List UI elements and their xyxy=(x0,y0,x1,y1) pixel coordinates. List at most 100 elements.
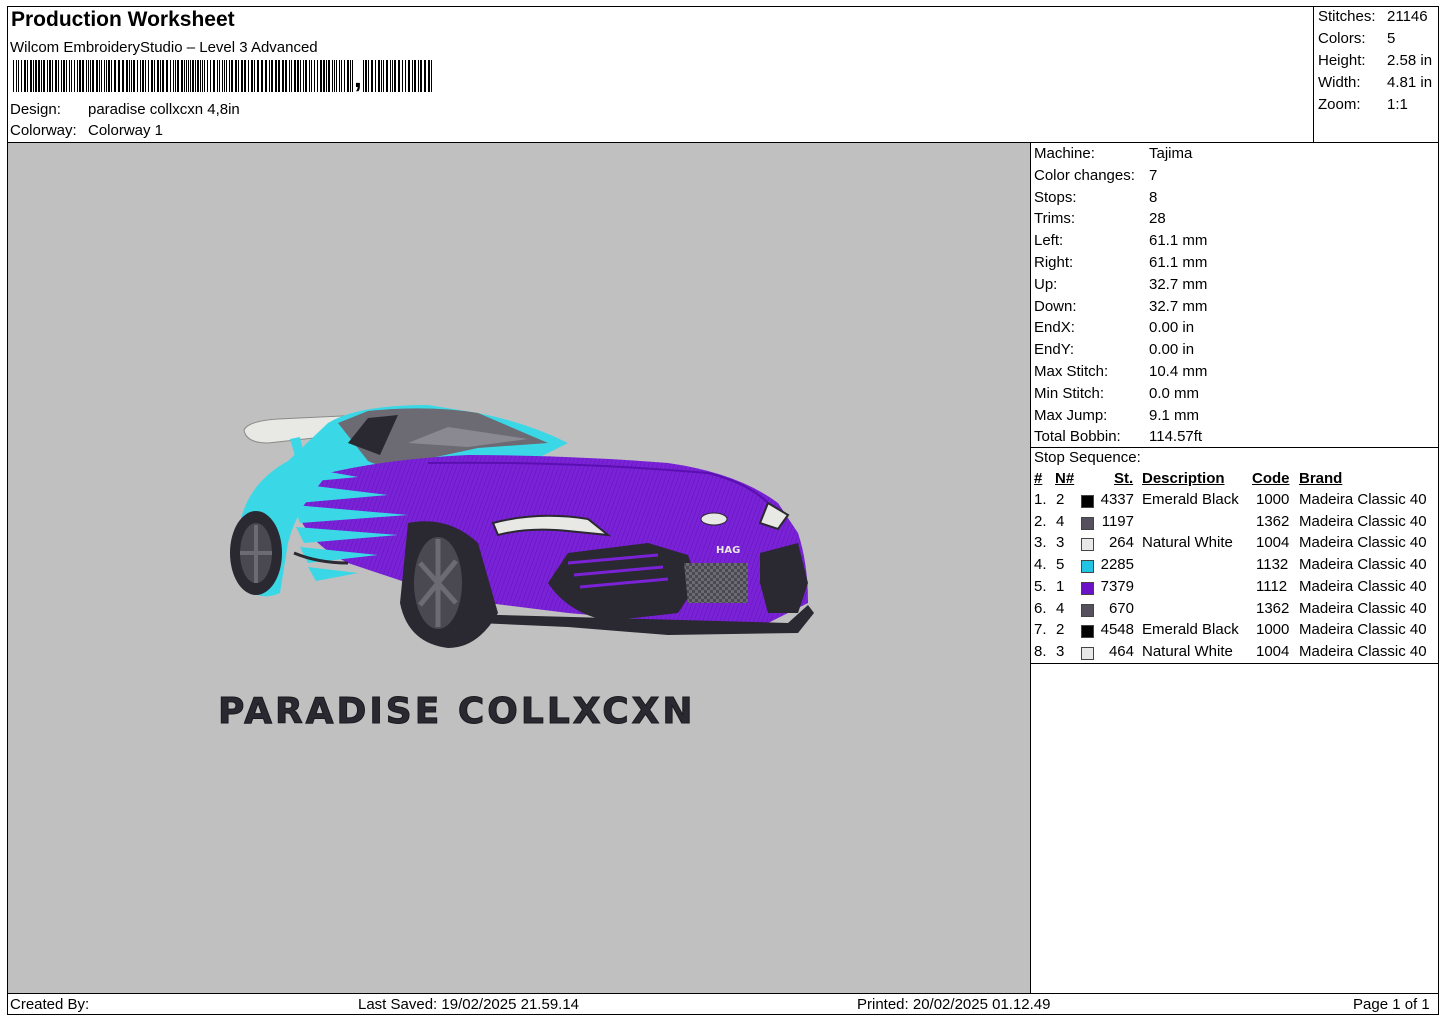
design-label: Design: xyxy=(10,101,61,118)
row-code: 1004 xyxy=(1256,642,1290,660)
machine-info-value: 0.00 in xyxy=(1149,319,1195,337)
machine-info-label: Trims: xyxy=(1034,210,1076,228)
col-header-num: # xyxy=(1034,470,1043,487)
row-needle: 5 xyxy=(1056,556,1065,574)
row-stitches: 4337 xyxy=(1100,491,1134,508)
stat-value: 4.81 in xyxy=(1387,74,1433,91)
thread-color-swatch xyxy=(1081,538,1094,552)
stop-sequence-row: 1. 2 4337 Emerald Black 1000 Madeira Classic … xyxy=(1031,491,1439,512)
row-stitches: 4548 xyxy=(1100,621,1134,639)
machine-info-value: 114.57ft xyxy=(1149,428,1203,446)
row-needle: 4 xyxy=(1056,599,1065,617)
stat-value: 5 xyxy=(1387,30,1396,47)
stop-sequence-row: 3. 3 264 Natural White 1004 Madeira Classic 4… xyxy=(1031,534,1439,555)
machine-info-row: EndY: 0.00 in xyxy=(1034,341,1194,358)
stat-row: Stitches: 21146 xyxy=(1318,8,1428,25)
machine-info-label: Total Bobbin: xyxy=(1034,428,1121,446)
machine-info-label: Down: xyxy=(1034,297,1077,315)
row-code: 1132 xyxy=(1256,556,1289,574)
stat-row: Width: 4.81 in xyxy=(1318,74,1432,91)
row-needle: 4 xyxy=(1056,512,1065,530)
machine-info-row: Stops: 8 xyxy=(1034,189,1157,206)
stat-row: Colors: 5 xyxy=(1318,30,1395,47)
stat-row: Height: 2.58 in xyxy=(1318,52,1432,69)
embroidered-text: PARADISE COLLXCXN xyxy=(218,691,696,732)
stat-label: Width: xyxy=(1318,74,1361,91)
row-needle: 1 xyxy=(1056,577,1065,595)
machine-info-label: Right: xyxy=(1034,254,1074,271)
worksheet-title: Production Worksheet xyxy=(11,8,235,31)
barcode xyxy=(13,60,432,92)
machine-info-value: 7 xyxy=(1149,166,1158,184)
row-description: Emerald Black xyxy=(1142,621,1239,639)
row-number: 5. xyxy=(1034,577,1047,595)
stop-sequence-row: 4. 5 2285 1132 Madeira Classic 40 xyxy=(1031,556,1439,577)
stop-sequence-row: 8. 3 464 Natural White 1004 Madeira Classic 4… xyxy=(1031,643,1439,664)
row-code: 1112 xyxy=(1256,577,1288,595)
colorway-value: Colorway 1 xyxy=(88,122,164,139)
row-number: 4. xyxy=(1034,556,1047,574)
thread-color-swatch xyxy=(1081,625,1094,639)
col-header-brand: Brand xyxy=(1299,470,1343,487)
row-brand: Madeira Classic 40 xyxy=(1299,556,1427,574)
stat-label: Height: xyxy=(1318,52,1366,69)
row-brand: Madeira Classic 40 xyxy=(1299,577,1427,595)
row-needle: 3 xyxy=(1056,642,1065,660)
thread-color-swatch xyxy=(1081,560,1094,574)
row-brand: Madeira Classic 40 xyxy=(1299,621,1427,639)
row-stitches: 670 xyxy=(1108,599,1134,617)
row-code: 1362 xyxy=(1256,599,1290,617)
barcode-suffix: , xyxy=(354,62,362,93)
row-brand: Madeira Classic 40 xyxy=(1299,491,1427,508)
machine-info-row: Max Jump: 9.1 mm xyxy=(1034,407,1199,424)
machine-info-label: Stops: xyxy=(1034,188,1077,206)
stop-sequence-divider xyxy=(1031,663,1439,664)
row-stitches: 464 xyxy=(1108,642,1134,660)
stat-label: Colors: xyxy=(1318,30,1366,47)
footer-divider xyxy=(7,993,1439,994)
row-code: 1000 xyxy=(1256,491,1290,508)
car-embroidery-design: HAG PARADISE COLLXCXN xyxy=(218,405,814,733)
col-header-code: Code xyxy=(1252,470,1290,487)
machine-info-label: Left: xyxy=(1034,232,1064,250)
machine-info-value: 8 xyxy=(1149,188,1158,206)
created-by: Created By: xyxy=(10,996,90,1013)
thread-color-swatch xyxy=(1081,646,1094,660)
stop-sequence-row: 2. 4 1197 1362 Madeira Classic 40 xyxy=(1031,513,1439,534)
stat-label: Stitches: xyxy=(1318,8,1376,25)
machine-info-value: 61.1 mm xyxy=(1149,232,1208,250)
machine-info-value: 32.7 mm xyxy=(1149,297,1208,315)
row-number: 1. xyxy=(1034,491,1047,508)
row-code: 1362 xyxy=(1256,512,1290,530)
machine-info-value: 61.1 mm xyxy=(1149,254,1208,271)
machine-info-row: EndX: 0.00 in xyxy=(1034,319,1194,336)
machine-info-label: Min Stitch: xyxy=(1034,384,1105,402)
col-header-needle: N# xyxy=(1055,470,1075,487)
machine-info-label: EndY: xyxy=(1034,341,1075,359)
row-number: 8. xyxy=(1034,642,1047,660)
machine-info-value: 9.1 mm xyxy=(1149,406,1200,424)
machine-info-row: Trims: 28 xyxy=(1034,210,1166,227)
stop-sequence-row: 7. 2 4548 Emerald Black 1000 Madeira Classic … xyxy=(1031,621,1439,642)
machine-info-divider xyxy=(1031,447,1439,448)
machine-info-row: Min Stitch: 0.0 mm xyxy=(1034,385,1199,402)
software-name: Wilcom EmbroideryStudio – Level 3 Advanc… xyxy=(10,39,318,56)
design-name-row: Design: paradise collxcxn 4,8in xyxy=(10,101,240,118)
machine-info-row: Total Bobbin: 114.57ft xyxy=(1034,428,1202,445)
machine-info-row: Max Stitch: 10.4 mm xyxy=(1034,363,1207,380)
stats-divider xyxy=(1313,6,1314,143)
row-brand: Madeira Classic 40 xyxy=(1299,512,1427,530)
row-needle: 2 xyxy=(1056,621,1065,639)
row-brand: Madeira Classic 40 xyxy=(1299,599,1427,617)
row-number: 2. xyxy=(1034,512,1047,530)
machine-info-value: 32.7 mm xyxy=(1149,275,1208,293)
machine-info-row: Right: 61.1 mm xyxy=(1034,254,1207,271)
machine-info-label: Color changes: xyxy=(1034,166,1135,184)
row-brand: Madeira Classic 40 xyxy=(1299,642,1427,660)
row-stitches: 7379 xyxy=(1100,577,1134,595)
stat-label: Zoom: xyxy=(1318,96,1361,113)
car-badge-text: HAG xyxy=(716,545,740,556)
stop-sequence-row: 5. 1 7379 1112 Madeira Classic 40 xyxy=(1031,578,1439,599)
colorway-label: Colorway: xyxy=(10,122,77,139)
thread-color-swatch xyxy=(1081,516,1094,530)
